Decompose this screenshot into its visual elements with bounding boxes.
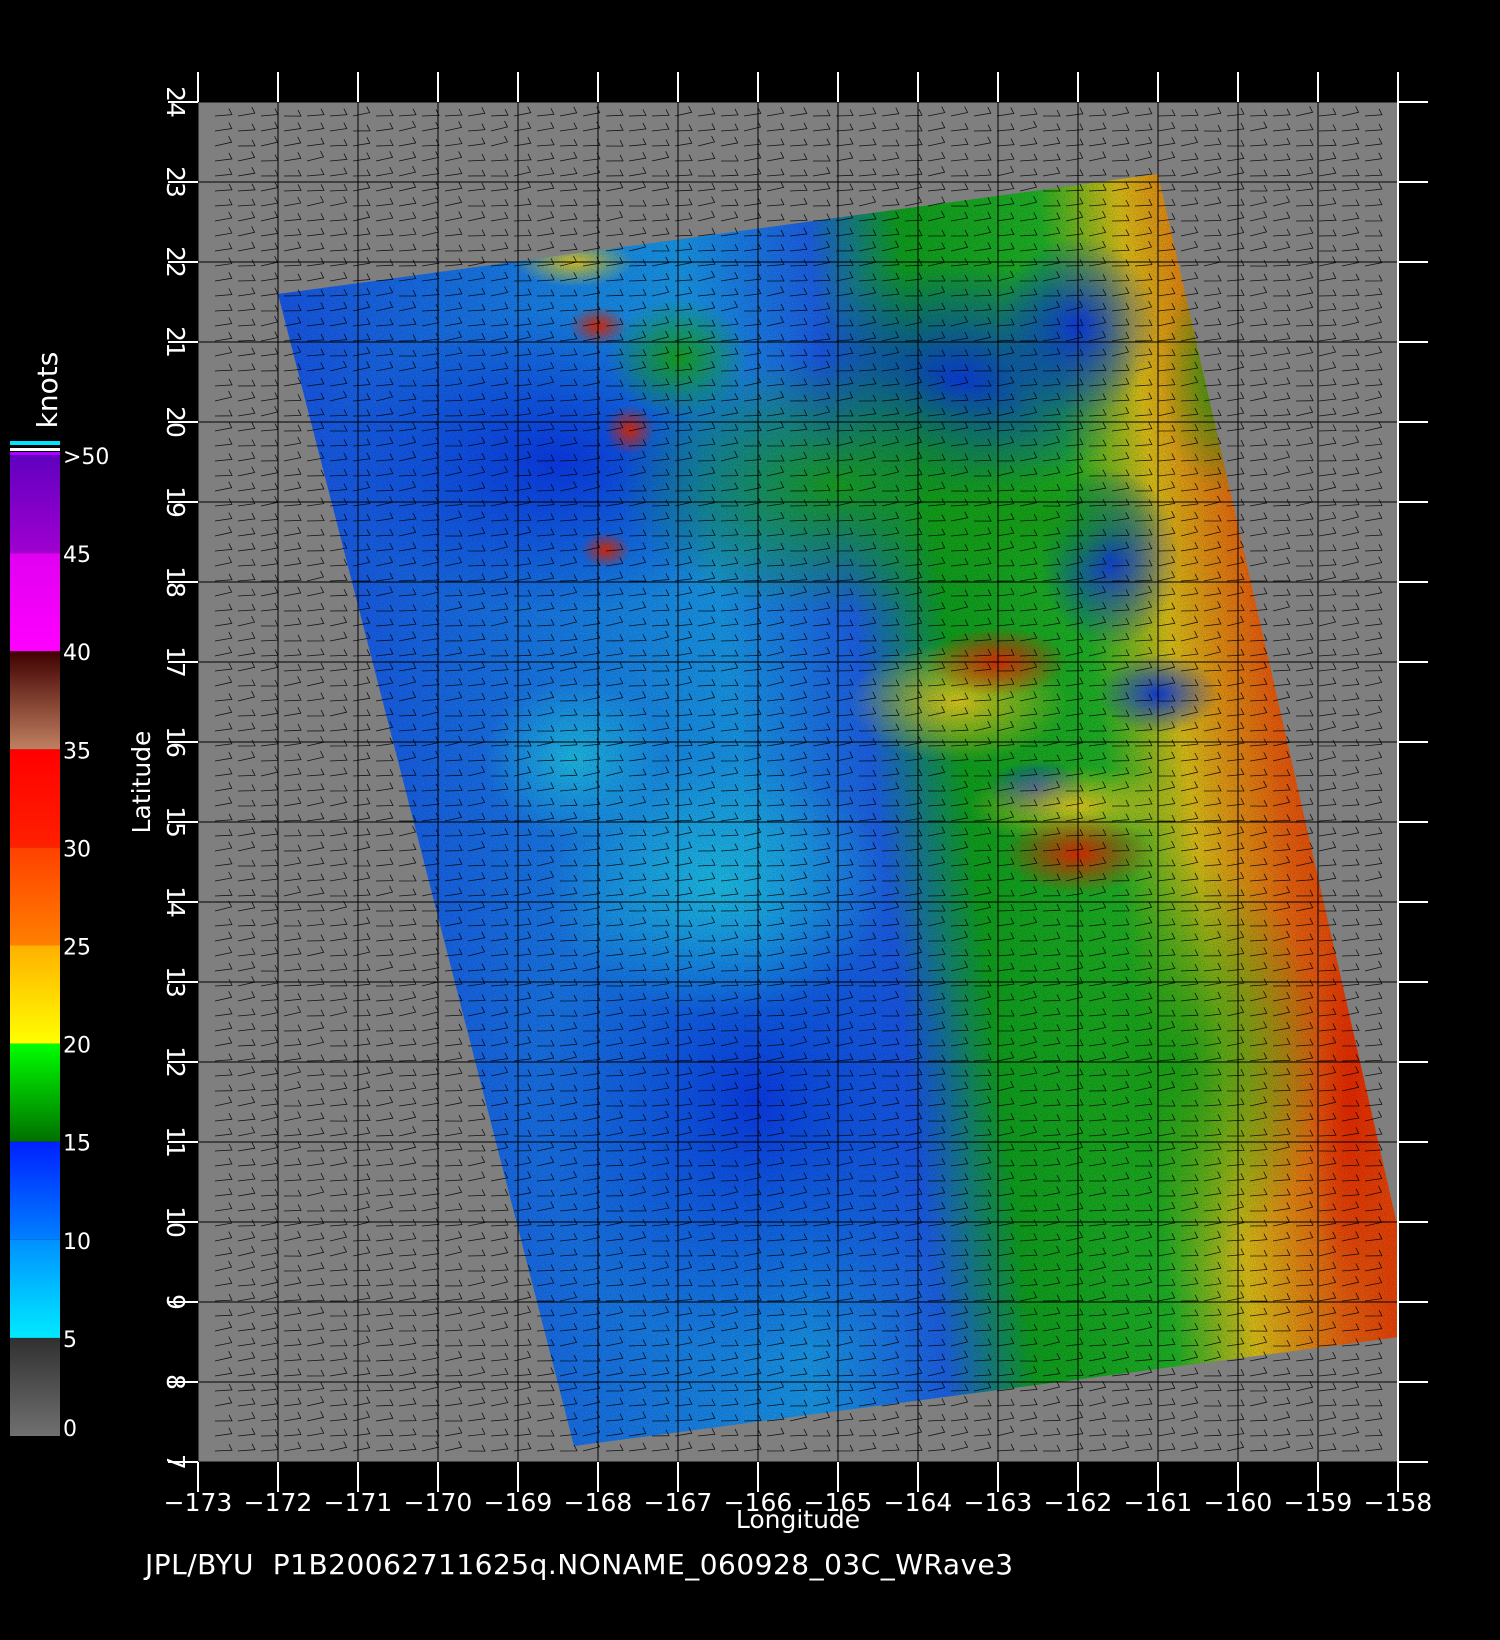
latitude-tick-label: 14 xyxy=(161,886,190,918)
latitude-tick-label: 19 xyxy=(161,486,190,518)
legend-band xyxy=(10,1141,60,1240)
legend-band xyxy=(10,553,60,652)
legend-label: 35 xyxy=(63,739,91,764)
legend-label: 5 xyxy=(63,1328,77,1353)
longitude-tick-label: −169 xyxy=(484,1488,553,1517)
longitude-tick-label: −162 xyxy=(1044,1488,1113,1517)
legend-label: >50 xyxy=(63,445,109,470)
latitude-tick-label: 7 xyxy=(161,1454,190,1470)
latitude-tick-label: 22 xyxy=(161,246,190,278)
legend-cap-violet xyxy=(10,452,60,455)
latitude-tick-label: 20 xyxy=(161,406,190,438)
longitude-tick-label: −170 xyxy=(404,1488,473,1517)
legend-label: 15 xyxy=(63,1132,91,1157)
latitude-tick-label: 17 xyxy=(161,646,190,678)
longitude-tick-label: −158 xyxy=(1364,1488,1433,1517)
latitude-tick-label: 15 xyxy=(161,806,190,838)
latitude-tick-label: 16 xyxy=(161,726,190,758)
legend-title: knots xyxy=(31,352,64,429)
y-axis-title: Latitude xyxy=(127,731,156,834)
legend-band xyxy=(10,749,60,848)
legend-label: 20 xyxy=(63,1034,91,1059)
longitude-tick-label: −168 xyxy=(564,1488,633,1517)
legend-band xyxy=(10,1043,60,1142)
longitude-tick-label: −172 xyxy=(244,1488,313,1517)
latitude-tick-label: 10 xyxy=(161,1206,190,1238)
x-axis-title: Longitude xyxy=(736,1505,860,1534)
longitude-tick-label: −163 xyxy=(964,1488,1033,1517)
legend-band xyxy=(10,847,60,946)
legend-band xyxy=(10,455,60,554)
latitude-tick-label: 23 xyxy=(161,166,190,198)
longitude-tick-label: −164 xyxy=(884,1488,953,1517)
latitude-tick-label: 18 xyxy=(161,566,190,598)
latitude-tick-label: 12 xyxy=(161,1046,190,1078)
legend-band xyxy=(10,945,60,1044)
legend-band xyxy=(10,1337,60,1436)
legend-label: 10 xyxy=(63,1230,91,1255)
longitude-tick-label: −159 xyxy=(1284,1488,1353,1517)
legend-cap-cyan xyxy=(10,441,60,445)
latitude-tick-label: 8 xyxy=(161,1374,190,1390)
latitude-tick-label: 13 xyxy=(161,966,190,998)
legend-labels: 0 5 10 15 20 25 30 35 40 45 >50 xyxy=(63,445,109,1442)
legend-label: 45 xyxy=(63,543,91,568)
legend-label: 30 xyxy=(63,837,91,862)
legend-band xyxy=(10,1239,60,1338)
wind-speed-legend: 0 5 10 15 20 25 30 35 40 45 >50 knots xyxy=(10,352,109,1442)
latitude-tick-label: 9 xyxy=(161,1294,190,1310)
longitude-tick-label: −160 xyxy=(1204,1488,1273,1517)
latitude-tick-labels: 7 8 9 10 11 12 13 14 15 16 17 18 19 20 21 22 23 24 xyxy=(161,86,190,1470)
longitude-tick-label: −161 xyxy=(1124,1488,1193,1517)
latitude-tick-label: 21 xyxy=(161,326,190,358)
source-caption: JPL/BYU P1B20062711625q.NONAME_060928_03… xyxy=(145,1548,1014,1581)
latitude-tick-label: 11 xyxy=(161,1126,190,1158)
legend-color-bar xyxy=(10,455,60,1436)
latitude-tick-label: 24 xyxy=(161,86,190,118)
legend-band xyxy=(10,651,60,750)
legend-cap-white xyxy=(10,448,60,451)
wind-map-figure: −173 −172 −171 −170 −169 −168 −167 −166 −165 −164… xyxy=(10,72,1433,1534)
longitude-tick-label: −167 xyxy=(644,1488,713,1517)
legend-label: 25 xyxy=(63,936,91,961)
legend-label: 40 xyxy=(63,641,91,666)
longitude-tick-label: −171 xyxy=(324,1488,393,1517)
longitude-tick-label: −173 xyxy=(164,1488,233,1517)
legend-label: 0 xyxy=(63,1417,77,1442)
